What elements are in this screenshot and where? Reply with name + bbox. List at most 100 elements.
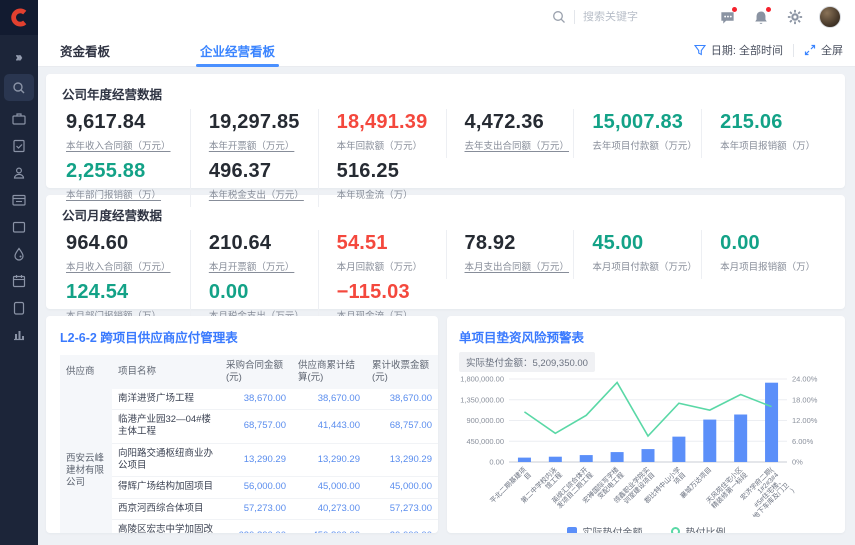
expand-icon bbox=[804, 44, 816, 56]
project-name-cell: 西京河西综合体项目 bbox=[112, 498, 220, 519]
sidebar-item-search[interactable] bbox=[4, 74, 34, 101]
amount-cell: 57,273.00 bbox=[220, 498, 292, 519]
kpi-value: 964.60 bbox=[66, 232, 190, 255]
table-row[interactable]: 高陵区宏志中学加固改造工程620,800.00450,800.0020,000.… bbox=[60, 520, 438, 533]
supplier-table-title: L2-6-2 跨项目供应商应付管理表 bbox=[60, 327, 438, 346]
chart-title: 单项目垫资风险预警表 bbox=[459, 327, 833, 346]
supplier-table: 供应商项目名称采购合同金额(元)供应商累计结算(元)累计收票金额(元)累计付款金… bbox=[60, 355, 438, 533]
search-input[interactable] bbox=[583, 11, 663, 23]
sidebar-item-briefcase[interactable] bbox=[4, 105, 34, 132]
amount-cell: 68,757.00 bbox=[366, 410, 438, 444]
sidebar: » bbox=[0, 0, 38, 545]
tab-funds-board[interactable]: 资金看板 bbox=[46, 34, 124, 67]
table-row[interactable]: 西安云峰建材有限公司南洋进贤广场工程38,670.0038,670.0038,6… bbox=[60, 389, 438, 410]
right-axis-tick: 12.00% bbox=[792, 416, 818, 425]
kpi-item: 0.00 本月项目报销额（万） bbox=[701, 230, 829, 279]
kpi-label[interactable]: 本年收入合同额（万元） bbox=[66, 138, 190, 152]
sidebar-item-user-stamp[interactable] bbox=[4, 159, 34, 186]
dashboard-content: 公司年度经营数据 9,617.84本年收入合同额（万元）19,297.85本年开… bbox=[38, 67, 855, 545]
chart-legend: 实际垫付金额 垫付比例 bbox=[459, 524, 833, 533]
user-stamp-icon bbox=[11, 165, 27, 181]
sidebar-item-expand[interactable]: » bbox=[4, 43, 34, 70]
x-axis-label: 襄城万达项目 bbox=[678, 465, 713, 500]
amount-cell: 450,800.00 bbox=[292, 520, 366, 533]
global-search[interactable] bbox=[552, 10, 663, 24]
dashboard-tabbar: 资金看板 企业经营看板 日期: 全部时间 bbox=[38, 34, 855, 67]
table-row[interactable]: 临港产业园32—04#楼主体工程68,757.0041,443.0068,757… bbox=[60, 410, 438, 444]
kpi-value: 78.92 bbox=[465, 232, 574, 255]
project-name-cell: 临港产业园32—04#楼主体工程 bbox=[112, 410, 220, 444]
amount-cell: 38,670.00 bbox=[220, 389, 292, 410]
bar bbox=[765, 383, 778, 462]
kpi-item: 18,491.39本年回款额（万元） bbox=[318, 109, 446, 158]
kpi-label[interactable]: 本月支出合同额（万元） bbox=[465, 259, 574, 273]
user-avatar[interactable] bbox=[819, 6, 841, 28]
kpi-label: 本年回款额（万元） bbox=[337, 138, 446, 152]
bar bbox=[518, 458, 531, 462]
kpi-item: 210.64本月开票额（万元） bbox=[190, 230, 318, 279]
table-row[interactable]: 西京河西综合体项目57,273.0040,273.0057,273.0014,0… bbox=[60, 498, 438, 519]
tablet-icon bbox=[11, 300, 27, 316]
supplier-cell: 西安云峰建材有限公司 bbox=[60, 389, 112, 533]
amount-cell: 13,290.29 bbox=[220, 443, 292, 477]
notification-dot bbox=[732, 7, 737, 12]
kpi-label[interactable]: 本年开票额（万元） bbox=[209, 138, 318, 152]
settings-button[interactable] bbox=[785, 7, 805, 27]
table-header-cell: 供应商累计结算(元) bbox=[292, 355, 366, 389]
tab-enterprise-board[interactable]: 企业经营看板 bbox=[186, 34, 289, 67]
kpi-item: 516.25本年现金流（万） bbox=[318, 158, 446, 207]
kpi-label[interactable]: 本年税金支出（万元） bbox=[209, 187, 318, 201]
clipboard-check-icon bbox=[11, 138, 27, 154]
left-axis-tick: 1,350,000.00 bbox=[460, 395, 504, 404]
kpi-value: 0.00 bbox=[720, 232, 829, 255]
sidebar-item-ink-drop[interactable] bbox=[4, 240, 34, 267]
advance-risk-chart[interactable]: 0.000%450,000.006.00%900,000.0012.00%1,3… bbox=[459, 372, 825, 517]
sidebar-item-calendar[interactable] bbox=[4, 267, 34, 294]
project-name-cell: 南洋进贤广场工程 bbox=[112, 389, 220, 410]
table-row[interactable]: 向阳路交通枢纽商业办公项目13,290.2913,290.2913,290.29… bbox=[60, 443, 438, 477]
kpi-value: 2,255.88 bbox=[66, 160, 190, 183]
sidebar-item-folder[interactable] bbox=[4, 213, 34, 240]
kpi-label[interactable]: 本年部门报销额（万） bbox=[66, 187, 190, 201]
kpi-label[interactable]: 本月开票额（万元） bbox=[209, 259, 318, 273]
fullscreen-button[interactable]: 全屏 bbox=[804, 42, 843, 58]
legend-label: 垫付比例 bbox=[686, 524, 726, 533]
kpi-value: 496.37 bbox=[209, 160, 318, 183]
kpi-item: 15,007.83去年项目付款额（万元） bbox=[573, 109, 701, 158]
right-axis-tick: 0% bbox=[792, 458, 803, 467]
sidebar-item-chart-bars[interactable] bbox=[4, 321, 34, 348]
app-logo[interactable] bbox=[0, 0, 38, 35]
advance-risk-card: 单项目垫资风险预警表 实际垫付金额：5,209,350.00 0.00 0% 450… bbox=[447, 316, 845, 533]
kpi-item: 45.00本月项目付款额（万元） bbox=[573, 230, 701, 279]
legend-item-ratio[interactable]: 垫付比例 bbox=[671, 524, 726, 533]
amount-cell: 56,000.00 bbox=[220, 477, 292, 498]
briefcase-icon bbox=[11, 111, 27, 127]
kpi-value: 124.54 bbox=[66, 281, 190, 304]
kpi-label: 本月项目报销额（万） bbox=[720, 259, 829, 273]
table-header-cell: 项目名称 bbox=[112, 355, 220, 389]
funnel-icon bbox=[694, 44, 706, 56]
left-axis-tick: 0.00 bbox=[489, 458, 504, 467]
right-axis-tick: 6.00% bbox=[792, 437, 814, 446]
bar bbox=[703, 420, 716, 462]
left-axis-tick: 450,000.00 bbox=[466, 437, 504, 446]
legend-label: 实际垫付金额 bbox=[583, 524, 643, 533]
sidebar-item-tablet[interactable] bbox=[4, 294, 34, 321]
supplier-table-scroll[interactable]: 供应商项目名称采购合同金额(元)供应商累计结算(元)累计收票金额(元)累计付款金… bbox=[60, 355, 438, 533]
sidebar-item-id-card[interactable] bbox=[4, 186, 34, 213]
total-advance-badge: 实际垫付金额：5,209,350.00 bbox=[459, 352, 595, 372]
alerts-button[interactable] bbox=[751, 7, 771, 27]
table-row[interactable]: 得辉广场结构加固项目56,000.0045,000.0045,000.0033,… bbox=[60, 477, 438, 498]
kpi-value: 15,007.83 bbox=[592, 111, 701, 134]
chart-bars-icon bbox=[11, 327, 27, 343]
date-filter-button[interactable]: 日期: 全部时间 bbox=[694, 42, 783, 58]
kpi-value: 45.00 bbox=[592, 232, 701, 255]
messages-button[interactable] bbox=[717, 7, 737, 27]
legend-item-amount[interactable]: 实际垫付金额 bbox=[567, 524, 643, 533]
app-root: » bbox=[0, 0, 855, 545]
logo-c-icon bbox=[10, 8, 29, 27]
kpi-label[interactable]: 去年支出合同额（万元） bbox=[465, 138, 574, 152]
kpi-label[interactable]: 本月收入合同额（万元） bbox=[66, 259, 190, 273]
sidebar-item-clipboard-check[interactable] bbox=[4, 132, 34, 159]
line-legend-marker bbox=[671, 527, 680, 533]
